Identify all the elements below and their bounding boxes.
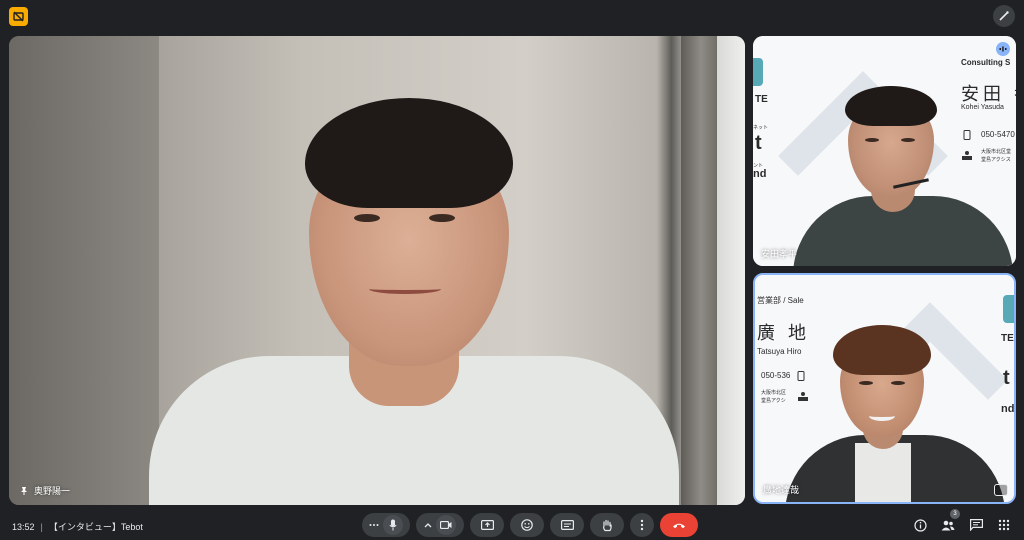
main-person: [9, 36, 745, 505]
audio-control-group: [362, 513, 410, 537]
clock-time: 13:52: [12, 521, 35, 532]
participant-name-tag-1: 安田孝平: [761, 247, 797, 260]
meeting-details-button[interactable]: [912, 517, 928, 533]
participant-name-tag-2: 廣地達哉: [763, 483, 799, 496]
present-screen-icon: [480, 520, 494, 530]
people-icon: [941, 520, 955, 531]
info-icon: [913, 518, 927, 532]
leave-call-button[interactable]: [660, 513, 698, 537]
people-button[interactable]: 3: [940, 509, 960, 533]
reactions-button[interactable]: [510, 513, 544, 537]
effects-pen-icon[interactable]: [993, 5, 1015, 27]
meeting-title: 【インタビュー】Tebot: [48, 522, 143, 532]
captions-icon: [560, 520, 574, 530]
separator: |: [40, 521, 43, 532]
meet-window: 奥野陽一 TE ネット t ント nd Consulting S 安田 孝 Ko…: [0, 0, 1024, 540]
chat-button[interactable]: [968, 517, 984, 533]
speaking-indicator-icon: [996, 42, 1010, 56]
main-participant-name: 奥野陽一: [34, 486, 71, 496]
participant-tile-2[interactable]: TE t nd 営業部 / Sale 廣 地 Tatsuya Hiro 050-…: [753, 273, 1016, 504]
raise-hand-button[interactable]: [590, 513, 624, 537]
emoji-icon: [521, 519, 533, 531]
camera-icon[interactable]: [436, 515, 456, 535]
picture-in-picture-icon[interactable]: [994, 484, 1008, 496]
bottom-bar: 13:52 | 【インタビュー】Tebot 3: [0, 509, 1024, 540]
person-3: [755, 275, 1014, 502]
apps-grid-icon: [998, 519, 1010, 531]
call-controls: [362, 513, 698, 537]
activities-button[interactable]: [996, 517, 1012, 533]
pin-icon[interactable]: [19, 486, 28, 495]
chat-icon: [969, 519, 983, 531]
chevron-up-icon[interactable]: [424, 522, 432, 528]
main-name-tag: 奥野陽一: [19, 484, 70, 497]
more-options-button[interactable]: [630, 513, 654, 537]
present-screen-button[interactable]: [470, 513, 504, 537]
meeting-info: 13:52 | 【インタビュー】Tebot: [12, 520, 143, 533]
captions-button[interactable]: [550, 513, 584, 537]
right-toolbar: 3: [912, 509, 1012, 533]
meet-app-icon[interactable]: [9, 7, 28, 26]
participant-tile-1[interactable]: TE ネット t ント nd Consulting S 安田 孝 Kohei Y…: [753, 36, 1016, 266]
more-audio-options-icon[interactable]: [369, 523, 379, 527]
person-2: [753, 36, 1016, 266]
main-video-tile[interactable]: 奥野陽一: [9, 36, 745, 505]
participant-name-2: 廣地達哉: [763, 485, 800, 495]
hand-icon: [601, 519, 613, 532]
video-control-group: [416, 513, 464, 537]
more-vertical-icon: [640, 519, 644, 531]
participant-name-1: 安田孝平: [761, 249, 798, 259]
microphone-icon[interactable]: [383, 515, 403, 535]
people-count-badge: 3: [950, 509, 960, 519]
end-call-icon: [672, 522, 686, 529]
